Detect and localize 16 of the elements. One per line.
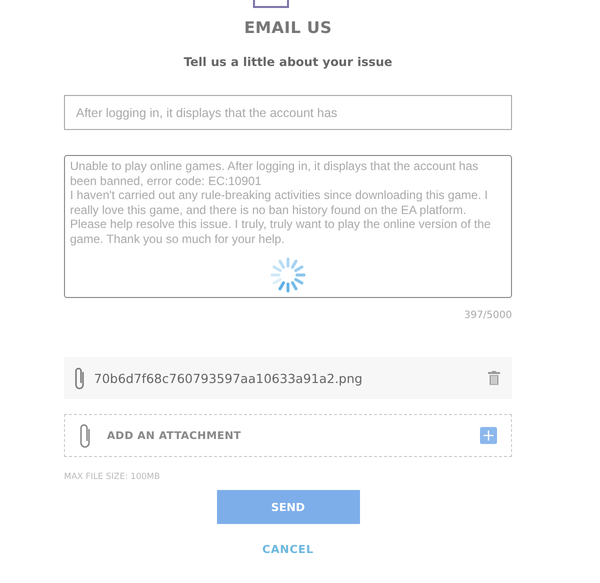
send-button[interactable]: SEND	[216, 490, 360, 524]
add-attachment-label: ADD AN ATTACHMENT	[107, 430, 242, 442]
plus-icon[interactable]	[480, 427, 497, 444]
character-counter: 397/5000	[464, 310, 512, 321]
max-file-size-note: MAX FILE SIZE: 100MB	[64, 472, 161, 482]
subject-field[interactable]: After logging in, it displays that the account has	[64, 95, 512, 130]
paperclip-icon	[79, 422, 93, 448]
trash-icon[interactable]	[488, 371, 500, 385]
attachment-name: 70b6d7f68c760793597aa10633a91a2.png	[94, 370, 364, 386]
attachment-dropzone[interactable]: ADD AN ATTACHMENT	[64, 414, 512, 457]
cancel-link[interactable]: CANCEL	[258, 541, 318, 558]
page-title: EMAIL US	[243, 18, 333, 37]
message-text: Unable to play online games. After logging in, it displays that the account has been banned, error code: EC:10901 I haven't carried out any rule-breaking activities since downloading this game. I really love this game, and there is no ban history found on the EA platform. Please help resolve this issue. I truly, truly want to play the online version of the game. Thank you so much for your help.	[70, 159, 492, 246]
paperclip-icon	[74, 366, 86, 390]
subtitle: Tell us a little about your issue	[182, 55, 394, 69]
message-field[interactable]	[64, 155, 512, 298]
